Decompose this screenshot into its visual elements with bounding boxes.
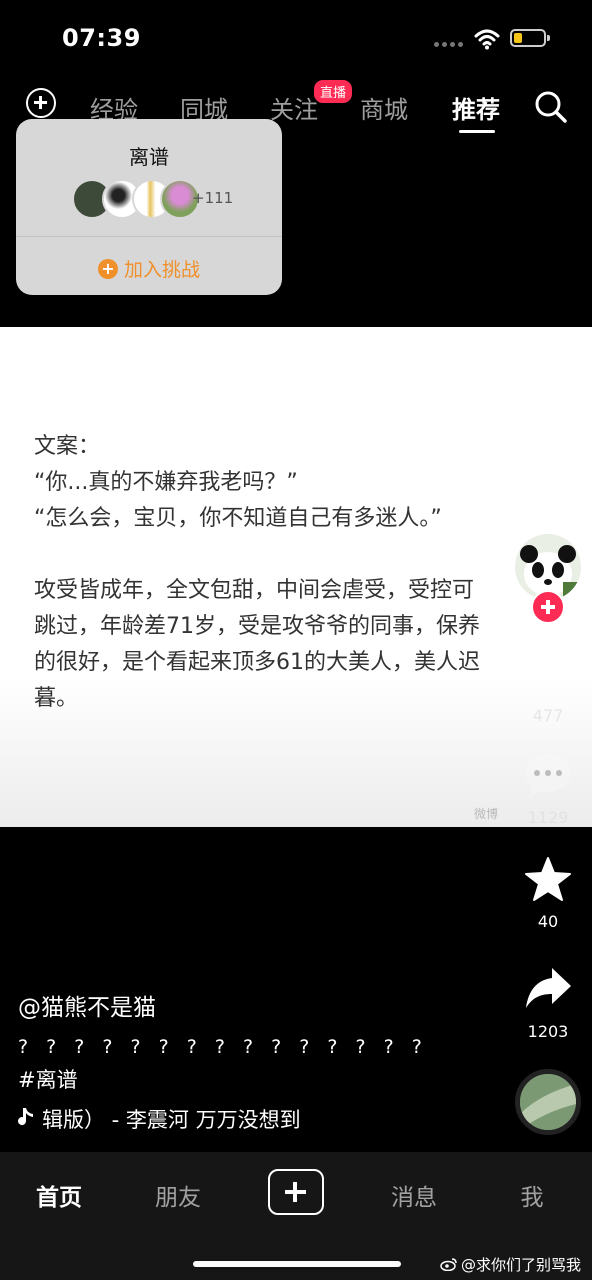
favorite-count: 40	[537, 912, 559, 931]
weibo-watermark: @求你们了别骂我	[440, 1254, 581, 1275]
nav-friends[interactable]: 朋友	[133, 1178, 223, 1212]
active-tab-indicator	[459, 130, 495, 133]
comment-icon[interactable]	[523, 752, 573, 802]
live-badge: 直播	[314, 80, 353, 103]
music-title: 辑版） - 李震河 万万没想到	[42, 1108, 301, 1132]
search-icon[interactable]	[534, 90, 568, 124]
bottom-tab-bar: 首页 朋友 消息 我 @求你们了别骂我	[0, 1152, 592, 1280]
post-text: 文案： “你...真的不嫌弃我老吗？” “怎么会，宝贝，你不知道自己有多迷人。”…	[34, 434, 480, 711]
status-time: 07:39	[62, 24, 141, 52]
challenge-popup[interactable]: 离谱 +111 + 加入挑战	[16, 119, 282, 295]
battery-icon	[510, 29, 550, 47]
nav-me[interactable]: 我	[487, 1178, 577, 1212]
music-note-icon	[18, 1107, 34, 1132]
star-icon[interactable]	[524, 856, 572, 906]
watermark-text: @求你们了别骂我	[461, 1256, 582, 1274]
participant-count: +111	[192, 189, 234, 207]
content-watermark: 微博	[474, 807, 499, 821]
video-content[interactable]: 文案： “你...真的不嫌弃我老吗？” “怎么会，宝贝，你不知道自己有多迷人。”…	[0, 327, 592, 827]
join-challenge-label: 加入挑战	[123, 259, 200, 281]
home-indicator	[193, 1261, 401, 1267]
music-info[interactable]: 辑版） - 李震河 万万没想到	[18, 1104, 301, 1134]
author-name[interactable]: @猫熊不是猫	[18, 988, 156, 1022]
comment-count: 1129	[527, 808, 569, 827]
cellular-signal-icon	[434, 42, 464, 48]
add-menu-button[interactable]	[26, 88, 56, 118]
tab-following[interactable]: 关注	[270, 90, 318, 125]
join-challenge-button[interactable]: + 加入挑战	[16, 255, 282, 282]
tab-recommend[interactable]: 推荐	[452, 90, 500, 125]
create-post-button[interactable]	[268, 1169, 324, 1215]
share-icon[interactable]	[524, 966, 572, 1014]
follow-button[interactable]	[531, 590, 565, 624]
share-count: 1203	[527, 1022, 569, 1041]
heart-icon[interactable]	[524, 646, 574, 694]
like-count: 477	[532, 706, 564, 725]
nav-messages[interactable]: 消息	[369, 1178, 459, 1212]
divider	[16, 236, 282, 237]
tab-mall[interactable]: 商城	[360, 90, 408, 125]
nav-home[interactable]: 首页	[14, 1178, 104, 1212]
wifi-icon	[474, 28, 500, 50]
hashtag-link[interactable]: #离谱	[18, 1064, 78, 1094]
challenge-title: 离谱	[129, 145, 169, 169]
video-description: ? ? ? ? ? ? ? ? ? ? ? ? ? ? ?	[18, 1036, 428, 1058]
music-disc-icon[interactable]	[515, 1069, 581, 1135]
weibo-icon	[440, 1258, 457, 1272]
plus-icon: +	[97, 259, 118, 279]
